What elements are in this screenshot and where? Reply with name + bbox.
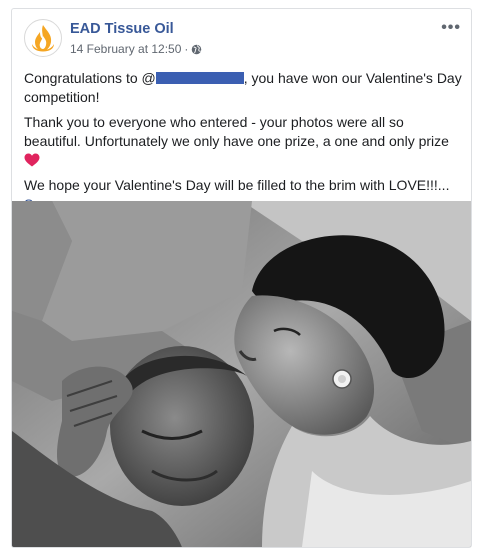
flame-logo-icon — [32, 25, 54, 52]
couple-photo-image — [12, 201, 471, 547]
post-body: Congratulations to @, you have won our V… — [24, 69, 464, 220]
congrats-prefix: Congratulations to @ — [24, 70, 156, 86]
closing-text: We hope your Valentine's Day will be fil… — [24, 177, 450, 193]
post-paragraph-2: Thank you to everyone who entered - your… — [24, 113, 464, 170]
facebook-post-card: EAD Tissue Oil 14 February at 12:50 · ••… — [11, 8, 472, 548]
meta-separator: · — [184, 42, 189, 56]
more-options-button[interactable]: ••• — [441, 19, 461, 37]
post-timestamp[interactable]: 14 February at 12:50 — [70, 42, 181, 56]
post-paragraph-1: Congratulations to @, you have won our V… — [24, 69, 464, 107]
post-photo[interactable] — [12, 201, 471, 547]
post-meta: 14 February at 12:50 · — [70, 42, 202, 56]
red-heart-icon — [24, 153, 40, 167]
thanks-text: Thank you to everyone who entered - your… — [24, 114, 449, 149]
page-name-link[interactable]: EAD Tissue Oil — [70, 21, 174, 37]
globe-icon[interactable] — [191, 44, 202, 55]
page-avatar[interactable] — [24, 19, 62, 57]
redacted-username — [155, 72, 244, 84]
